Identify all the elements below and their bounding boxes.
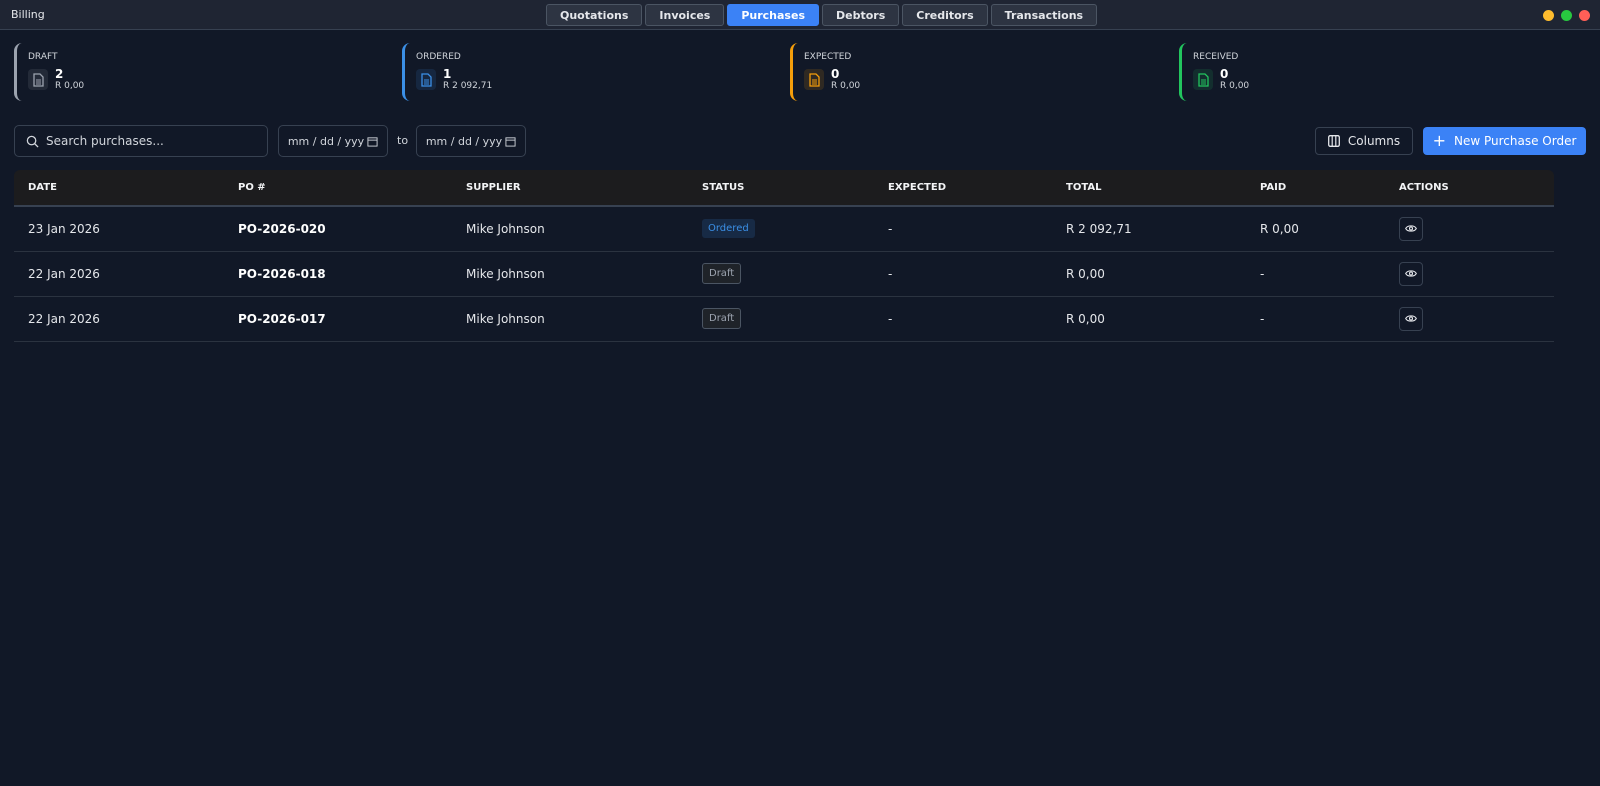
- status-badge: Draft: [702, 308, 742, 329]
- to-label: to: [397, 134, 409, 147]
- table-row[interactable]: 23 Jan 2026 PO-2026-020 Mike Johnson Ord…: [14, 206, 1554, 252]
- view-button[interactable]: [1399, 216, 1423, 241]
- cell-actions: [1385, 251, 1554, 297]
- date-to-input[interactable]: mm / dd / yyy: [416, 125, 526, 157]
- columns-icon: [1327, 135, 1340, 147]
- tab-quotations[interactable]: Quotations: [546, 4, 643, 26]
- document-icon: [804, 69, 824, 90]
- cell-status: Draft: [688, 296, 874, 342]
- cell-supplier: Mike Johnson: [452, 296, 688, 342]
- tab-creditors[interactable]: Creditors: [902, 4, 988, 26]
- stat-amount: R 0,00: [55, 81, 85, 91]
- document-icon: [416, 69, 436, 90]
- col-expected[interactable]: EXPECTED: [874, 170, 1052, 207]
- stat-label: RECEIVED: [1193, 52, 1239, 62]
- purchases-table: DATE PO # SUPPLIER STATUS EXPECTED TOTAL…: [14, 170, 1554, 342]
- maximize-button[interactable]: [1561, 10, 1572, 21]
- stat-card-draft[interactable]: DRAFT 2 R 0,00: [14, 43, 314, 101]
- close-button[interactable]: [1579, 10, 1590, 21]
- cell-paid: -: [1246, 296, 1385, 342]
- columns-label: Columns: [1347, 134, 1401, 148]
- col-paid[interactable]: PAID: [1246, 170, 1385, 207]
- new-purchase-order-button[interactable]: + New Purchase Order: [1423, 127, 1586, 155]
- cell-supplier: Mike Johnson: [452, 206, 688, 252]
- cell-po-number[interactable]: PO-2026-017: [224, 296, 452, 342]
- stat-amount: R 0,00: [1220, 81, 1250, 91]
- calendar-icon[interactable]: [505, 136, 516, 147]
- cell-supplier: Mike Johnson: [452, 251, 688, 297]
- app-title: Billing: [11, 8, 45, 21]
- stat-amount: R 0,00: [831, 81, 861, 91]
- status-summary: DRAFT 2 R 0,00 ORDERED 1 R 2 092,71 EXPE…: [14, 43, 1586, 101]
- stat-card-received[interactable]: RECEIVED 0 R 0,00: [1179, 43, 1479, 101]
- filter-bar: Search purchases... mm / dd / yyy to mm …: [14, 125, 1586, 157]
- view-button[interactable]: [1399, 306, 1423, 331]
- stat-count: 1: [443, 67, 452, 81]
- plus-icon: +: [1432, 131, 1446, 150]
- date-from-value: mm / dd / yyy: [287, 134, 365, 148]
- col-supplier[interactable]: SUPPLIER: [452, 170, 688, 207]
- cell-total: R 0,00: [1052, 251, 1246, 297]
- col-actions: ACTIONS: [1385, 170, 1554, 207]
- table-row[interactable]: 22 Jan 2026 PO-2026-018 Mike Johnson Dra…: [14, 251, 1554, 297]
- cell-expected: -: [874, 251, 1052, 297]
- tab-purchases[interactable]: Purchases: [727, 4, 819, 26]
- nav-tabs: Quotations Invoices Purchases Debtors Cr…: [546, 4, 1098, 26]
- stat-count: 0: [1220, 67, 1229, 81]
- stat-count: 0: [831, 67, 840, 81]
- cell-po-number[interactable]: PO-2026-018: [224, 251, 452, 297]
- cell-date: 23 Jan 2026: [14, 206, 224, 252]
- cell-po-number[interactable]: PO-2026-020: [224, 206, 452, 252]
- col-total[interactable]: TOTAL: [1052, 170, 1246, 207]
- cell-status: Ordered: [688, 206, 874, 252]
- cell-total: R 2 092,71: [1052, 206, 1246, 252]
- eye-icon: [1405, 270, 1417, 277]
- cell-total: R 0,00: [1052, 296, 1246, 342]
- stat-label: ORDERED: [416, 52, 461, 62]
- table-row[interactable]: 22 Jan 2026 PO-2026-017 Mike Johnson Dra…: [14, 296, 1554, 342]
- minimize-button[interactable]: [1543, 10, 1554, 21]
- cell-actions: [1385, 296, 1554, 342]
- cell-date: 22 Jan 2026: [14, 296, 224, 342]
- title-bar: Billing Quotations Invoices Purchases De…: [0, 0, 1600, 30]
- document-icon: [28, 69, 48, 90]
- search-placeholder: Search purchases...: [46, 134, 164, 148]
- status-badge: Draft: [702, 263, 742, 284]
- cell-actions: [1385, 206, 1554, 252]
- search-input[interactable]: Search purchases...: [14, 125, 268, 157]
- calendar-icon[interactable]: [367, 136, 378, 147]
- stat-count: 2: [55, 67, 64, 81]
- tab-debtors[interactable]: Debtors: [822, 4, 900, 26]
- stat-label: EXPECTED: [804, 52, 852, 62]
- stat-amount: R 2 092,71: [443, 81, 493, 91]
- date-from-input[interactable]: mm / dd / yyy: [278, 125, 388, 157]
- col-date[interactable]: DATE: [14, 170, 224, 207]
- tab-invoices[interactable]: Invoices: [645, 4, 725, 26]
- new-purchase-order-label: New Purchase Order: [1454, 134, 1577, 148]
- stat-card-ordered[interactable]: ORDERED 1 R 2 092,71: [402, 43, 702, 101]
- col-status[interactable]: STATUS: [688, 170, 874, 207]
- cell-date: 22 Jan 2026: [14, 251, 224, 297]
- stat-label: DRAFT: [28, 52, 58, 62]
- stat-card-expected[interactable]: EXPECTED 0 R 0,00: [790, 43, 1090, 101]
- col-po[interactable]: PO #: [224, 170, 452, 207]
- search-icon: [26, 135, 39, 148]
- tab-transactions[interactable]: Transactions: [990, 4, 1098, 26]
- eye-icon: [1405, 315, 1417, 322]
- date-to-value: mm / dd / yyy: [425, 134, 503, 148]
- status-badge: Ordered: [702, 219, 755, 239]
- eye-icon: [1405, 225, 1417, 232]
- cell-expected: -: [874, 206, 1052, 252]
- columns-button[interactable]: Columns: [1315, 127, 1413, 155]
- view-button[interactable]: [1399, 261, 1423, 286]
- cell-paid: -: [1246, 251, 1385, 297]
- cell-expected: -: [874, 296, 1052, 342]
- cell-paid: R 0,00: [1246, 206, 1385, 252]
- document-icon: [1193, 69, 1213, 90]
- cell-status: Draft: [688, 251, 874, 297]
